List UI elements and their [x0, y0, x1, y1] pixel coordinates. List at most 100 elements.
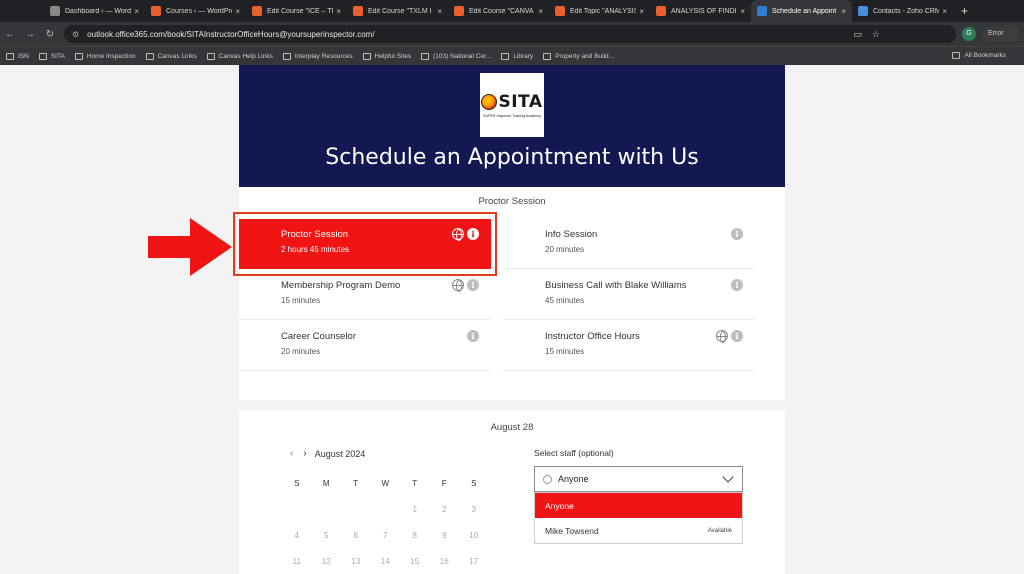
hero-banner: SITA SUPER Inspector Training Academy Sc…	[239, 65, 785, 187]
close-icon[interactable]: ×	[740, 7, 745, 16]
staff-dropdown[interactable]: Anyone	[534, 466, 743, 492]
info-icon[interactable]: i	[731, 279, 743, 291]
info-icon[interactable]: i	[467, 279, 479, 291]
info-icon[interactable]: i	[467, 330, 479, 342]
bookmark-star-icon[interactable]: ☆	[872, 29, 880, 40]
service-duration: 20 minutes	[545, 245, 585, 254]
calendar-day[interactable]: 10	[459, 531, 489, 540]
browser-tab-strip: Dashboard ‹ — Word × Courses ‹ — WordPre × E…	[0, 0, 1024, 22]
folder-icon	[543, 52, 552, 60]
folder-icon	[501, 52, 510, 60]
sita-favicon-icon	[353, 6, 363, 16]
calendar-day[interactable]: 5	[312, 531, 342, 540]
close-icon[interactable]: ×	[336, 7, 341, 16]
close-icon[interactable]: ×	[639, 7, 644, 16]
service-card[interactable]: Info Session 20 minutes i	[503, 219, 755, 269]
tab-label: Edit Topic "ANALYSIS	[570, 7, 637, 15]
close-icon[interactable]: ×	[538, 7, 543, 16]
bookmark-label: Canvas Help Links	[218, 52, 273, 60]
new-tab-icon[interactable]: +	[961, 4, 968, 18]
folder-icon	[6, 52, 14, 60]
service-card[interactable]: Membership Program Demo 15 minutes i	[239, 270, 491, 320]
staff-option[interactable]: Mike Towsend Available	[535, 518, 742, 543]
prev-month-icon[interactable]: ‹	[290, 448, 293, 459]
close-icon[interactable]: ×	[437, 7, 442, 16]
staff-option-name: Anyone	[545, 500, 574, 511]
page-title: Schedule an Appointment with Us	[325, 145, 699, 170]
close-icon[interactable]: ×	[841, 7, 846, 16]
close-icon[interactable]: ×	[235, 7, 240, 16]
service-card[interactable]: Business Call with Blake Williams 45 minu…	[503, 270, 755, 320]
calendar-day[interactable]: 4	[282, 531, 312, 540]
forward-icon[interactable]: →	[20, 29, 40, 40]
bookmark-item[interactable]: SITA	[38, 52, 65, 60]
bookmark-item[interactable]: Helpful Sites	[362, 52, 412, 60]
service-name: Business Call with Blake Williams	[545, 280, 687, 291]
site-info-icon[interactable]: ⚙	[72, 30, 79, 39]
service-card[interactable]: Instructor Office Hours 15 minutes i	[503, 321, 755, 371]
service-card[interactable]: Career Counselor 20 minutes i	[239, 321, 491, 371]
close-icon[interactable]: ×	[134, 7, 139, 16]
bookmark-label: ISN	[18, 52, 29, 60]
bookmark-label: Property and Build...	[555, 52, 615, 60]
browser-tab[interactable]: Courses ‹ — WordPre ×	[145, 0, 246, 22]
bookmark-item[interactable]: Property and Build...	[543, 52, 615, 60]
calendar-day[interactable]: 7	[371, 531, 401, 540]
browser-tab[interactable]: Dashboard ‹ — Word ×	[44, 0, 145, 22]
service-duration: 45 minutes	[545, 296, 585, 305]
browser-tab[interactable]: Edit Course "CANVA ×	[448, 0, 549, 22]
bookmark-item[interactable]: (103) National Cer...	[421, 52, 491, 60]
browser-tab[interactable]: Edit Course "TXLM I ×	[347, 0, 448, 22]
browser-tab[interactable]: Edit Course "ICE – TI ×	[246, 0, 347, 22]
service-icons: i	[452, 279, 479, 292]
calendar-day[interactable]: 12	[312, 557, 342, 566]
calendar-day[interactable]: 9	[430, 531, 460, 540]
calendar-day[interactable]: 2	[430, 505, 460, 514]
bookmark-item[interactable]: Canvas Links	[145, 52, 197, 60]
bookmark-item[interactable]: Interplay Resources	[282, 52, 353, 60]
browser-tab[interactable]: ANALYSIS OF FINDIN ×	[650, 0, 751, 22]
weekday-label: S	[294, 478, 300, 488]
calendar-day[interactable]: 8	[400, 531, 430, 540]
globe-icon	[716, 330, 728, 343]
bookmark-item[interactable]: Home Inspection	[74, 52, 136, 60]
calendar-day[interactable]: 17	[459, 557, 489, 566]
bookmark-item[interactable]: Canvas Help Links	[206, 52, 273, 60]
next-month-icon[interactable]: ›	[303, 448, 306, 459]
calendar-day[interactable]: 11	[282, 557, 312, 566]
bookmark-label: Helpful Sites	[374, 52, 412, 60]
back-icon[interactable]: ←	[0, 29, 20, 40]
calendar-day[interactable]: 13	[341, 557, 371, 566]
logo-tagline: SUPER Inspector Training Academy	[483, 114, 541, 118]
info-icon[interactable]: i	[731, 330, 743, 342]
reload-icon[interactable]: ↻	[40, 29, 60, 40]
tab-list: Dashboard ‹ — Word × Courses ‹ — WordPre × E…	[44, 0, 953, 22]
close-icon[interactable]: ×	[942, 7, 947, 16]
browser-tab[interactable]: Schedule an Appoint ×	[751, 0, 852, 22]
weekday-label: F	[441, 478, 447, 488]
calendar-day[interactable]: 14	[371, 557, 401, 566]
calendar-day[interactable]: 6	[341, 531, 371, 540]
calendar-day[interactable]: 1	[400, 505, 430, 514]
address-bar[interactable]: ⚙ outlook.office365.com/book/SITAInstruc…	[64, 25, 956, 43]
calendar-day[interactable]: 15	[400, 557, 430, 566]
all-bookmarks[interactable]: All Bookmarks	[952, 52, 1006, 59]
bookmark-item[interactable]: Library	[501, 52, 533, 60]
error-button[interactable]: Error	[982, 26, 1020, 42]
browser-tab[interactable]: Edit Topic "ANALYSIS ×	[549, 0, 650, 22]
calendar-nav: ‹ › August 2024	[290, 448, 365, 459]
chevron-down-icon[interactable]	[722, 471, 734, 483]
calendar-day[interactable]: 16	[430, 557, 460, 566]
tab-label: Dashboard ‹ — Word	[65, 7, 132, 15]
profile-avatar[interactable]: G	[962, 27, 976, 41]
staff-option[interactable]: Anyone	[535, 493, 742, 518]
info-icon[interactable]: i	[731, 228, 743, 240]
globe-icon	[452, 279, 464, 292]
calendar-month-label: August 2024	[314, 448, 366, 459]
cast-icon[interactable]: ▭	[853, 29, 862, 40]
browser-tab[interactable]: Contacts - Zoho CRM ×	[852, 0, 953, 22]
calendar-day[interactable]: 3	[459, 505, 489, 514]
browser-toolbar: ← → ↻ ⚙ outlook.office365.com/book/SITAI…	[0, 22, 1024, 46]
bookmark-item[interactable]: ISN	[6, 52, 29, 60]
tab-label: Courses ‹ — WordPre	[166, 7, 233, 15]
